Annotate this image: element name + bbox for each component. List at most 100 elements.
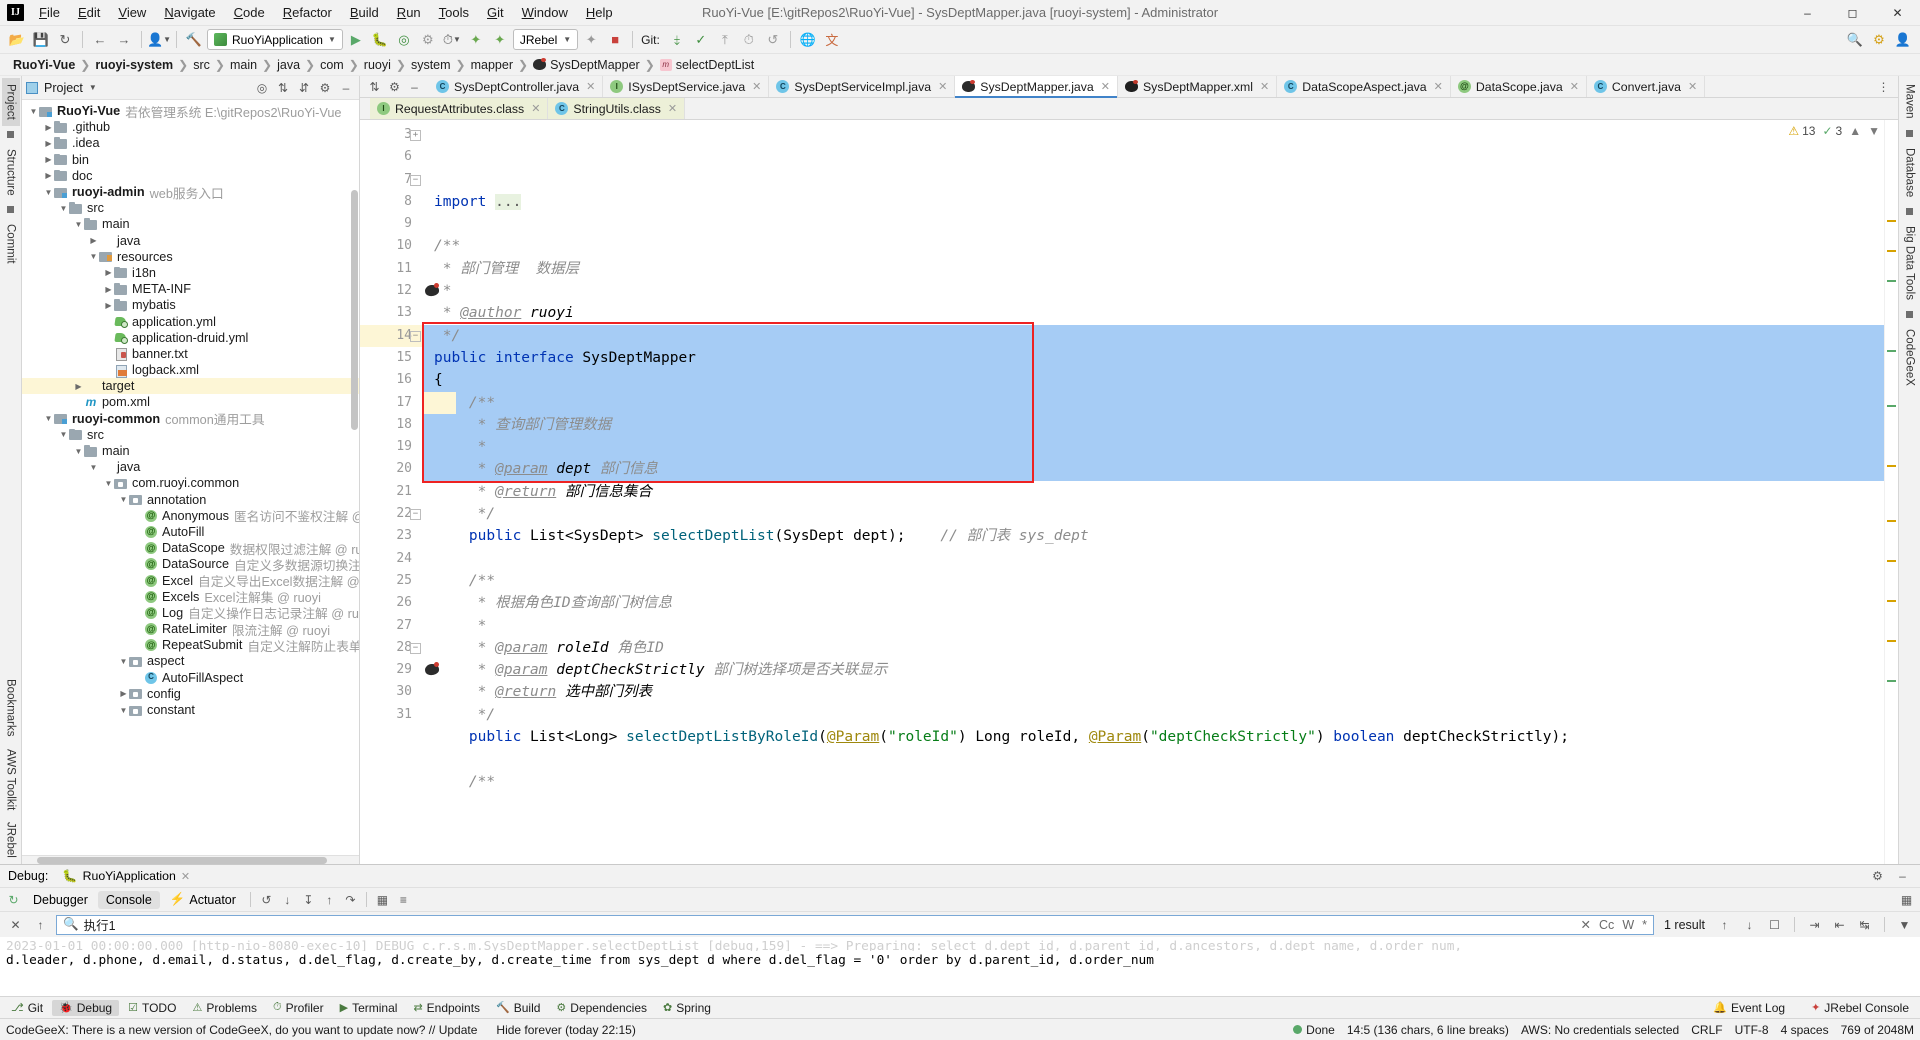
rerun-icon[interactable]: ↻ bbox=[4, 890, 23, 909]
tree-node[interactable]: ▼ main bbox=[22, 443, 359, 459]
tree-node[interactable]: Excel自定义导出Excel数据注解 @ ruoyi bbox=[22, 572, 359, 589]
tool-window-button-problems[interactable]: ⚠ Problems bbox=[185, 1000, 264, 1016]
line-number[interactable]: 6 bbox=[360, 146, 422, 168]
minimize-button[interactable]: – bbox=[1785, 0, 1830, 26]
code-line[interactable]: * bbox=[422, 280, 1884, 302]
hide-forever-link[interactable]: Hide forever (today 22:15) bbox=[496, 1023, 635, 1037]
line-number[interactable]: 8 bbox=[360, 191, 422, 213]
open-folder-icon[interactable]: 📂 bbox=[6, 29, 28, 51]
close-icon[interactable]: ✕ bbox=[1434, 80, 1443, 93]
breadcrumb-item-system[interactable]: system bbox=[406, 58, 456, 72]
expand-all-icon[interactable]: ⇅ bbox=[274, 79, 292, 97]
inspection-mark[interactable] bbox=[1887, 405, 1896, 407]
tool-window-button-terminal[interactable]: ▶ Terminal bbox=[333, 1000, 405, 1016]
line-number[interactable]: 21 bbox=[360, 481, 422, 503]
git-history-icon[interactable]: ⏱ bbox=[738, 29, 760, 51]
breadcrumb-item-ruoyi-vue[interactable]: RuoYi-Vue bbox=[8, 58, 80, 72]
close-search-icon[interactable]: ✕ bbox=[6, 915, 25, 934]
tree-node[interactable]: Anonymous 匿名访问不鉴权注解 @ ruoyi bbox=[22, 508, 359, 524]
tree-node[interactable]: AutoFillAspect bbox=[22, 670, 359, 686]
code-line[interactable]: /** bbox=[422, 391, 1884, 414]
run-button[interactable]: ▶ bbox=[345, 29, 367, 51]
match-case-icon[interactable]: Cc bbox=[1599, 918, 1614, 932]
search-input[interactable]: 🔍 执行1 ✕ Cc W * bbox=[56, 914, 1654, 935]
menu-item-window[interactable]: Window bbox=[513, 2, 577, 23]
tool-window-button-todo[interactable]: ☑ TODO bbox=[121, 1000, 183, 1016]
tree-node[interactable]: ▶ doc bbox=[22, 168, 359, 184]
sync-icon[interactable]: ↻ bbox=[54, 29, 76, 51]
step-into-icon[interactable]: ↓ bbox=[278, 890, 297, 909]
hide-editor-icon[interactable]: – bbox=[406, 78, 423, 95]
tree-node[interactable]: ▶ config bbox=[22, 686, 359, 702]
code-line[interactable]: * 查询部门管理数据 bbox=[422, 414, 1884, 436]
code-line[interactable] bbox=[422, 548, 1884, 570]
chevron-down-icon[interactable]: ▼ bbox=[118, 495, 129, 504]
layout-settings-icon[interactable]: ▦ bbox=[1897, 890, 1916, 909]
project-tree-hscrollbar[interactable] bbox=[22, 855, 359, 864]
debug-button[interactable]: 🐛 bbox=[369, 29, 391, 51]
line-number[interactable]: 24 bbox=[360, 548, 422, 570]
user-icon[interactable]: 👤 ▼ bbox=[147, 29, 171, 51]
tree-node[interactable]: application-druid.yml bbox=[22, 330, 359, 346]
editor-tab-sysdeptcontroller-java[interactable]: SysDeptController.java ✕ bbox=[429, 76, 604, 97]
step-over-icon[interactable]: ↺ bbox=[257, 890, 276, 909]
tree-node[interactable]: ▼ java bbox=[22, 459, 359, 475]
code-line[interactable]: { bbox=[422, 369, 1884, 391]
tab-debugger[interactable]: Debugger bbox=[25, 891, 96, 909]
breadcrumb-item-sysdeptmapper[interactable]: SysDeptMapper bbox=[528, 58, 645, 72]
tab-console[interactable]: Console bbox=[97, 890, 160, 909]
rail-item-commit[interactable]: Commit bbox=[2, 218, 20, 270]
tree-node[interactable]: logback.xml bbox=[22, 362, 359, 378]
run-to-cursor-icon[interactable]: ↷ bbox=[341, 890, 360, 909]
tree-node[interactable]: ▶ mybatis bbox=[22, 297, 359, 313]
jrebel-selector[interactable]: JRebel ▼ bbox=[512, 29, 579, 50]
line-number[interactable]: 15 bbox=[360, 347, 422, 369]
collapse-tabs-icon[interactable]: ⇅ bbox=[366, 78, 383, 95]
chevron-right-icon[interactable]: ▶ bbox=[118, 689, 129, 698]
rail-item-jrebel[interactable]: JRebel bbox=[2, 816, 20, 864]
tree-node[interactable]: ▶ META-INF bbox=[22, 281, 359, 297]
back-icon[interactable]: ← bbox=[89, 29, 111, 51]
editor-tab-sysdeptserviceimpl-java[interactable]: SysDeptServiceImpl.java ✕ bbox=[769, 76, 956, 97]
chevron-down-icon[interactable]: ▼ bbox=[88, 252, 99, 261]
code-line[interactable]: /** bbox=[422, 235, 1884, 257]
line-number[interactable]: 30 bbox=[360, 681, 422, 703]
tree-node[interactable]: RateLimiter限流注解 @ ruoyi bbox=[22, 621, 359, 638]
chevron-right-icon[interactable]: ▶ bbox=[103, 268, 114, 277]
code-line[interactable]: * bbox=[422, 436, 1884, 458]
debug-session-tab[interactable]: 🐛 RuoYiApplication ✕ bbox=[56, 868, 196, 885]
close-icon[interactable]: ✕ bbox=[752, 80, 761, 93]
search-everywhere-icon[interactable]: 🔍 bbox=[1844, 29, 1866, 51]
editor-tab-stringutils-class[interactable]: StringUtils.class ✕ bbox=[548, 98, 686, 119]
line-number[interactable]: 29 bbox=[360, 659, 439, 681]
debug-settings-icon[interactable]: ⚙ bbox=[1868, 867, 1887, 886]
tree-node[interactable]: RepeatSubmit 自定义注解防止表单重复提交 @ ruoyi bbox=[22, 637, 359, 654]
chevron-down-icon[interactable]: ▼ bbox=[28, 107, 39, 116]
indent-setting[interactable]: 4 spaces bbox=[1781, 1023, 1829, 1037]
close-icon[interactable]: ✕ bbox=[531, 102, 540, 115]
code-line[interactable]: public List<SysDept> selectDeptList(SysD… bbox=[422, 525, 1884, 547]
tree-node[interactable]: ▶ java bbox=[22, 233, 359, 249]
unfold-lines-icon[interactable]: ⇤ bbox=[1830, 915, 1849, 934]
aws-status[interactable]: AWS: No credentials selected bbox=[1521, 1023, 1679, 1037]
rail-item-bigdatatools[interactable]: Big Data Tools bbox=[1901, 220, 1919, 306]
chevron-down-icon[interactable]: ▼ bbox=[118, 657, 129, 666]
code-line[interactable]: import ... bbox=[422, 191, 1884, 213]
maximize-button[interactable]: ◻ bbox=[1830, 0, 1875, 26]
inspection-mark[interactable] bbox=[1887, 560, 1896, 562]
code-line[interactable]: */ bbox=[422, 704, 1884, 726]
line-number[interactable]: 7− bbox=[360, 169, 422, 191]
console-output[interactable]: 2023-01-01 00:00:00.000 [http-nio-8080-e… bbox=[0, 937, 1920, 996]
line-number[interactable]: 10 bbox=[360, 235, 422, 257]
tree-node[interactable]: ▼ main bbox=[22, 216, 359, 232]
editor-right-gutter[interactable] bbox=[1884, 120, 1898, 864]
hide-debug-icon[interactable]: – bbox=[1893, 867, 1912, 886]
tree-node[interactable]: ▶ .github bbox=[22, 119, 359, 135]
search-down-icon[interactable]: ↓ bbox=[1740, 915, 1759, 934]
code-line[interactable]: * @param roleId 角色ID bbox=[422, 637, 1884, 659]
code-line[interactable]: * @return 部门信息集合 bbox=[422, 481, 1884, 503]
line-number[interactable]: 31 bbox=[360, 704, 422, 726]
breadcrumb-item-ruoyi-system[interactable]: ruoyi-system bbox=[90, 58, 178, 72]
caret-position[interactable]: 14:5 (136 chars, 6 line breaks) bbox=[1347, 1023, 1509, 1037]
chevron-right-icon[interactable]: ▶ bbox=[103, 301, 114, 310]
